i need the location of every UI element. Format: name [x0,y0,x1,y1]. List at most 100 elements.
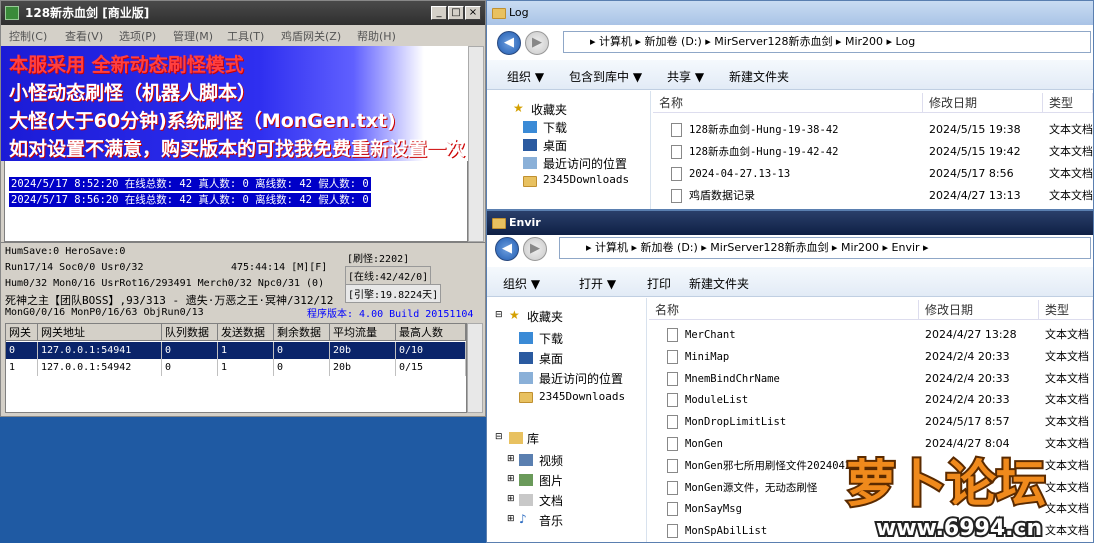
server-title-bar[interactable]: 128新赤血剑 [商业版] [1,1,485,25]
nav-video[interactable]: 视频 [539,452,563,469]
server-window: 128新赤血剑 [商业版] _ □ × 控制(C) 查看(V) 选项(P) 管理… [0,0,486,417]
envir-title-bar[interactable]: Envir [487,211,1093,235]
menu-gateway[interactable]: 鸡盾网关(Z) [281,28,341,44]
nav-music[interactable]: 音乐 [539,512,563,529]
text-file-icon [671,167,682,181]
menu-control[interactable]: 控制(C) [9,28,47,44]
file-row[interactable]: 128新赤血剑-Hung-19-38-42 2024/5/15 19:38 文本… [671,119,1093,141]
table-row[interactable]: 0 127.0.0.1:54941 0 1 0 20b 0/10 [6,342,466,359]
menu-tools[interactable]: 工具(T) [227,28,264,44]
file-row[interactable]: MnemBindChrName 2024/2/4 20:33 文本文档 [667,368,1091,390]
table-row[interactable]: 1 127.0.0.1:54942 0 1 0 20b 0/15 [6,359,466,376]
address-bar[interactable]: ▸ 计算机 ▸ 新加卷 (D:) ▸ MirServer128新赤血剑 ▸ Mi… [559,237,1091,259]
nav-download[interactable]: 下载 [539,330,563,347]
new-folder-button[interactable]: 新建文件夹 [689,275,749,292]
print-button[interactable]: 打印 [647,275,671,292]
col-name[interactable]: 名称 [653,93,923,113]
file-row[interactable]: MiniMap 2024/2/4 20:33 文本文档 [667,346,1091,368]
new-folder-button[interactable]: 新建文件夹 [729,68,789,85]
text-file-icon [667,480,678,495]
file-row[interactable]: ModuleList 2024/2/4 20:33 文本文档 [667,389,1091,411]
expand-icon[interactable]: ⊞ [507,494,515,504]
file-type: 文本文档 [1045,415,1089,429]
log-scrollbar[interactable] [468,46,484,242]
nav-desktop[interactable]: 桌面 [543,137,567,154]
minimize-button[interactable]: _ [431,6,447,20]
cell: 0/10 [396,342,466,359]
file-date: 2024/5/15 19:38 [929,123,1021,136]
collapse-icon[interactable]: ⊟ [495,432,503,442]
file-row[interactable]: 2024-04-27.13-13 2024/5/17 8:56 文本文档 [671,163,1093,185]
col-header[interactable]: 发送数据 [218,324,274,341]
cell: 1 [218,342,274,359]
online-count: [在线:42/42/0] [345,266,432,285]
menu-options[interactable]: 选项(P) [119,28,156,44]
col-header[interactable]: 最高人数 [396,324,466,341]
menu-help[interactable]: 帮助(H) [357,28,396,44]
file-row[interactable]: 鸡盾数据记录 2024/4/27 13:13 文本文档 [671,185,1093,207]
file-name: 2024-04-27.13-13 [689,168,791,180]
star-icon: ★ [509,308,520,322]
col-type[interactable]: 类型 [1043,93,1093,113]
col-date[interactable]: 修改日期 [923,93,1043,113]
open-button[interactable]: 打开 ▼ [579,275,616,292]
nav-pictures[interactable]: 图片 [539,472,563,489]
organize-button[interactable]: 组织 ▼ [503,275,540,292]
file-date: 2024/5/17 8:57 [925,415,1010,429]
col-header[interactable]: 平均流量 [330,324,396,341]
col-header[interactable]: 网关地址 [38,324,162,341]
nav-library[interactable]: 库 [527,430,539,447]
organize-button[interactable]: 组织 ▼ [507,68,544,85]
back-button[interactable]: ◀ [495,237,519,261]
file-type: 文本文档 [1045,328,1089,341]
nav-recent[interactable]: 最近访问的位置 [543,155,627,172]
col-type[interactable]: 类型 [1039,300,1093,320]
menu-manage[interactable]: 管理(M) [173,28,213,44]
library-icon [509,432,523,444]
col-name[interactable]: 名称 [649,300,919,320]
nav-desktop[interactable]: 桌面 [539,350,563,367]
share-button[interactable]: 共享 ▼ [667,68,704,85]
forward-button[interactable]: ▶ [523,237,547,261]
close-button[interactable]: × [465,6,481,20]
text-file-icon [667,349,678,364]
address-bar[interactable]: ▸ 计算机 ▸ 新加卷 (D:) ▸ MirServer128新赤血剑 ▸ Mi… [563,31,1091,53]
stat-line: 死神之主【团队BOSS】,93/313 - 遗失·万恶之王·冥神/312/12 [5,294,334,307]
file-name: 128新赤血剑-Hung-19-42-42 [689,146,839,158]
menu-view[interactable]: 查看(V) [65,28,103,44]
file-name: 鸡盾数据记录 [689,189,755,202]
file-name: MonSayMsg [685,503,742,516]
log-title-bar[interactable]: Log [487,1,1093,25]
nav-favorites[interactable]: 收藏夹 [527,308,563,325]
nav-2345downloads[interactable]: 2345Downloads [543,173,629,186]
folder-icon [492,8,506,19]
col-header[interactable]: 队列数据 [162,324,218,341]
file-name: ModuleList [685,394,749,407]
file-type: 文本文档 [1049,167,1093,180]
expand-icon[interactable]: ⊞ [507,454,515,464]
back-button[interactable]: ◀ [497,31,521,55]
nav-2345downloads[interactable]: 2345Downloads [539,390,625,403]
include-library-button[interactable]: 包含到库中 ▼ [569,68,642,85]
col-date[interactable]: 修改日期 [919,300,1039,320]
collapse-icon[interactable]: ⊟ [495,310,503,320]
nav-recent[interactable]: 最近访问的位置 [539,370,623,387]
log-title: Log [509,6,529,19]
file-row[interactable]: 128新赤血剑-Hung-19-42-42 2024/5/15 19:42 文本… [671,141,1093,163]
ad-banner: 本服采用 全新动态刷怪模式 小怪动态刷怪（机器人脚本） 大怪(大于60分钟)系统… [1,46,471,161]
file-row[interactable]: MerChant 2024/4/27 13:28 文本文档 [667,324,1091,346]
expand-icon[interactable]: ⊞ [507,514,515,524]
nav-download[interactable]: 下载 [543,119,567,136]
col-header[interactable]: 剩余数据 [274,324,330,341]
nav-documents[interactable]: 文档 [539,492,563,509]
status-panel: HumSave:0 HeroSave:0 [刷怪:2202] Run17/14 … [1,242,485,322]
file-row[interactable]: MonDropLimitList 2024/5/17 8:57 文本文档 [667,411,1091,433]
desktop-icon [519,352,533,364]
maximize-button[interactable]: □ [448,6,464,20]
table-scrollbar[interactable] [467,323,483,413]
expand-icon[interactable]: ⊞ [507,474,515,484]
forward-button[interactable]: ▶ [525,31,549,55]
col-header[interactable]: 网关 [6,324,38,341]
nav-favorites[interactable]: 收藏夹 [531,101,567,118]
cell: 0 [274,342,330,359]
